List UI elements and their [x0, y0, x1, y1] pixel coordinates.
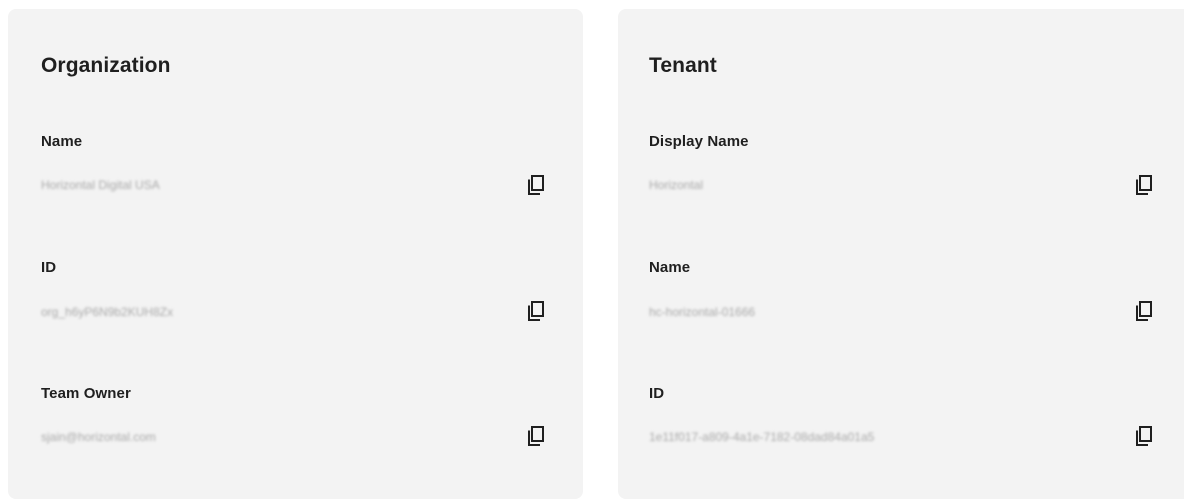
tenant-title: Tenant: [649, 54, 717, 77]
copy-icon: [1136, 426, 1152, 446]
field-label: Team Owner: [41, 385, 131, 402]
field-label: ID: [649, 385, 665, 402]
copy-organization-name-button[interactable]: [522, 171, 550, 199]
copy-icon: [528, 426, 544, 446]
field-value: hc-horizontal-01666: [649, 305, 756, 319]
copy-tenant-display-name-button[interactable]: [1130, 171, 1158, 199]
organization-card: Organization Name Horizontal Digital USA…: [8, 9, 583, 499]
field-value: 1e11f017-a809-4a1e-7182-08dad84a01a5: [649, 430, 875, 444]
copy-icon: [1136, 301, 1152, 321]
copy-icon: [528, 301, 544, 321]
copy-icon: [1136, 175, 1152, 195]
field-value: Horizontal Digital USA: [41, 178, 160, 192]
field-value: sjain@horizontal.com: [41, 430, 156, 444]
field-label: Name: [649, 259, 691, 276]
field-value: org_h6yP6N9b2KUH8Zx: [41, 305, 174, 319]
copy-icon: [528, 175, 544, 195]
field-value: Horizontal: [649, 178, 704, 192]
copy-tenant-id-button[interactable]: [1130, 422, 1158, 450]
copy-organization-id-button[interactable]: [522, 297, 550, 325]
tenant-card: Tenant Display Name Horizontal Name hc-h…: [618, 9, 1184, 499]
field-label: Display Name: [649, 133, 749, 150]
field-label: ID: [41, 259, 57, 276]
copy-tenant-name-button[interactable]: [1130, 297, 1158, 325]
copy-team-owner-button[interactable]: [522, 422, 550, 450]
organization-title: Organization: [41, 54, 171, 77]
field-label: Name: [41, 133, 83, 150]
